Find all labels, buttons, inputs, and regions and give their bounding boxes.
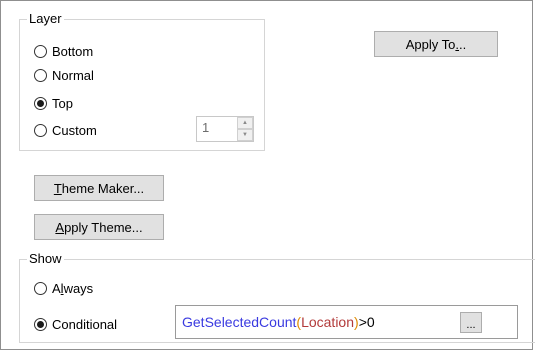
- properties-panel: Layer Bottom Normal Top Custom 1 ▲ ▼ App…: [0, 0, 535, 350]
- stepper-up-arrow-icon[interactable]: ▲: [237, 117, 253, 129]
- apply-to-label: Apply To...: [405, 36, 467, 52]
- bottom-radio[interactable]: [34, 44, 47, 58]
- apply-theme-label: Apply Theme...: [55, 219, 143, 235]
- conditional-radio[interactable]: [34, 317, 47, 331]
- custom-layer-value[interactable]: 1: [202, 120, 209, 135]
- expression-editor-button[interactable]: ...: [460, 312, 482, 333]
- show-group-title: Show: [27, 251, 64, 267]
- custom-label: Custom: [52, 122, 97, 138]
- show-group: Show Always Conditional GetSelectedCount…: [19, 251, 535, 343]
- top-label: Top: [52, 95, 73, 111]
- condition-expression-field[interactable]: GetSelectedCount(Location)>0 ...: [175, 305, 518, 339]
- layer-option-bottom[interactable]: Bottom: [34, 41, 93, 61]
- stepper-buttons: ▲ ▼: [237, 117, 253, 141]
- condition-expression-text: GetSelectedCount(Location)>0: [182, 314, 375, 330]
- bottom-label: Bottom: [52, 43, 94, 59]
- normal-radio[interactable]: [34, 68, 47, 82]
- ellipsis-icon: ...: [466, 319, 476, 331]
- normal-label: Normal: [52, 67, 94, 83]
- apply-to-button[interactable]: Apply To...: [374, 31, 498, 57]
- custom-layer-stepper[interactable]: 1 ▲ ▼: [196, 116, 254, 142]
- apply-theme-button[interactable]: Apply Theme...: [34, 214, 164, 240]
- layer-group-title: Layer: [27, 11, 64, 27]
- layer-group: Layer Bottom Normal Top Custom 1 ▲ ▼: [19, 11, 265, 151]
- show-option-conditional[interactable]: Conditional: [34, 314, 117, 334]
- theme-maker-label: Theme Maker...: [53, 180, 145, 196]
- always-radio[interactable]: [34, 281, 47, 295]
- conditional-label: Conditional: [52, 316, 118, 332]
- custom-radio[interactable]: [34, 123, 47, 137]
- layer-option-custom[interactable]: Custom: [34, 120, 97, 140]
- theme-maker-button[interactable]: Theme Maker...: [34, 175, 164, 201]
- show-option-always[interactable]: Always: [34, 278, 93, 298]
- top-radio[interactable]: [34, 96, 47, 110]
- layer-option-normal[interactable]: Normal: [34, 65, 94, 85]
- stepper-down-arrow-icon[interactable]: ▼: [237, 129, 253, 141]
- always-label: Always: [52, 280, 94, 296]
- layer-option-top[interactable]: Top: [34, 93, 73, 113]
